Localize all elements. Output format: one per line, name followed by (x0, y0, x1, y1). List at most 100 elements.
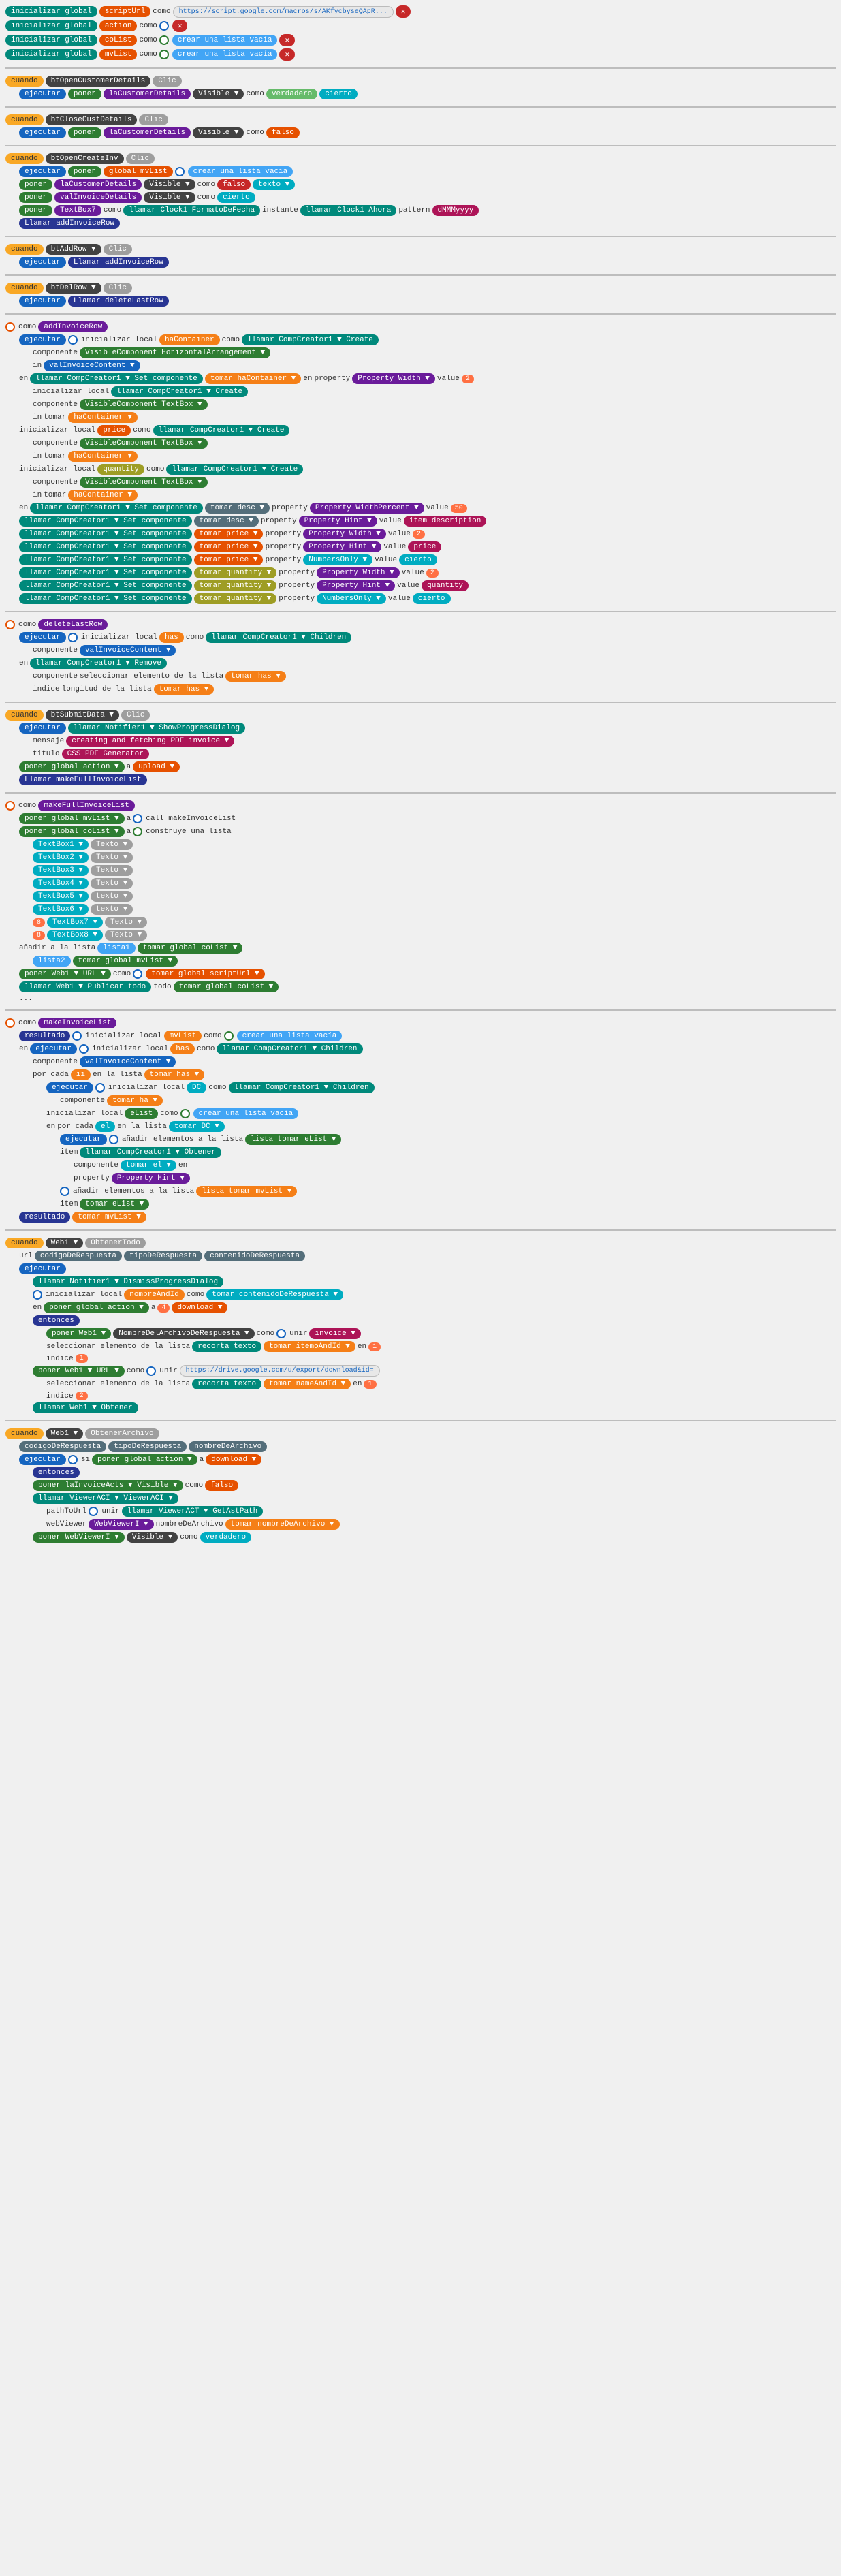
tomar-global-coList-1: tomar global coList ▼ (138, 943, 243, 954)
tomar-global-mvList-1: tomar global mvList ▼ (73, 956, 178, 967)
componente-label-1: componente (33, 349, 78, 357)
unir-label-1: unir (289, 1330, 307, 1338)
price-val: price (408, 541, 441, 552)
codigoDeRespuesta-2: codigoDeRespuesta (19, 1441, 106, 1452)
poner-laInvoiceActs: poner laInvoiceActs ▼ Visible ▼ (33, 1480, 183, 1491)
indice-label-1: indice (33, 685, 60, 693)
circle-empty-list-3 (180, 1109, 190, 1118)
en-label-fn-6: en (353, 1380, 362, 1388)
var-eList: eList (125, 1108, 158, 1119)
clic-event-2: Clic (139, 114, 168, 125)
add-elem-list-label-1: añadir elementos a la lista (122, 1135, 243, 1144)
poner-global-action-1: poner global action ▼ (19, 761, 125, 772)
item-label-1: item (60, 1148, 78, 1157)
var-DC: DC (187, 1082, 206, 1093)
close-icon-4: ✕ (279, 48, 295, 61)
add-to-list-label: añadir a la lista (19, 944, 95, 952)
como-v1: como (246, 90, 264, 98)
componente-label-4: componente (33, 478, 78, 486)
como-label-4: como (139, 50, 157, 59)
in-label-1: in (33, 362, 42, 370)
componente-label-8: componente (60, 1097, 105, 1105)
init-local-label-6: inicializar local (85, 1032, 161, 1040)
fn-label-3: como (18, 802, 36, 810)
value-label-2: value (426, 504, 449, 512)
poner-label-4: poner (19, 179, 52, 190)
llamar-Web1-Post: llamar Web1 ▼ Publicar todo (19, 981, 151, 992)
block-btCloseCustDetails: cuando btCloseCustDetails Clic ejecutar … (5, 114, 836, 138)
tomar-has-2: tomar has ▼ (154, 684, 215, 695)
select-elem-label-2: seleccionar elemento de la lista (46, 1342, 190, 1351)
componente-label-2: componente (33, 400, 78, 409)
falso-val-3: falso (205, 1480, 238, 1491)
separator-7 (5, 611, 836, 612)
property-label-1: property (314, 375, 350, 383)
llamar-clock1: llamar Clock1 FormatoDeFecha (123, 205, 260, 216)
VisibleComponent-TextBox-1: VisibleComponent TextBox ▼ (80, 399, 208, 410)
css-pdf-title: CSS PDF Generator (62, 749, 149, 759)
init-global-label-2: inicializar global (5, 20, 97, 31)
clic-event-6: Clic (121, 710, 150, 721)
tomar-global-coList-2: tomar global coList ▼ (174, 981, 279, 992)
texto-3: Texto ▼ (91, 865, 133, 876)
block-fn-makeFullInvoiceList: como makeFullInvoiceList poner global mv… (5, 800, 836, 1003)
cierto-val-1: cierto (319, 89, 358, 99)
exec-label-7: ejecutar (19, 1263, 66, 1274)
a-label-2: a (127, 815, 131, 823)
la-customer-details-2: laCustomerDetails (104, 127, 191, 138)
pattern-label: pattern (398, 206, 430, 215)
como-label-fn4: como (146, 465, 164, 473)
tomar-quantity-2: tomar quantity ▼ (194, 580, 277, 591)
create-list-empty-1: crear una lista vacía (172, 35, 278, 46)
falso-val-2: falso (217, 179, 251, 190)
create-list-empty-2: crear una lista vacía (172, 49, 278, 60)
creating-msg: creating and fetching PDF invoice ▼ (66, 736, 234, 747)
value-label-9: value (388, 595, 411, 603)
como-label-fn5: como (186, 633, 204, 642)
separator-10 (5, 1009, 836, 1011)
fn-name-deleteLastRow: deleteLastRow (38, 619, 108, 630)
fn-name-makeFullInvoiceList: makeFullInvoiceList (38, 800, 134, 811)
texto-4: Texto ▼ (91, 878, 133, 889)
select-elem-label-1: seleccionar elemento de la lista (80, 672, 223, 680)
prop-Hint-3: Property Hint ▼ (317, 580, 395, 591)
tomar-quantity-3: tomar quantity ▼ (194, 593, 277, 604)
block-btAddRow: cuando btAddRow ▼ Clic ejecutar Llamar a… (5, 244, 836, 268)
unir-label-2: unir (159, 1367, 177, 1375)
fn-name-makeInvoiceList: makeInvoiceList (38, 1018, 116, 1028)
llamar-CompCreator1-set-4: llamar CompCreator1 ▼ Set componente (19, 529, 192, 539)
obtener-todo-event: ObtenerTodo (85, 1238, 146, 1248)
separator-6 (5, 313, 836, 315)
VisibleComponent-HA: VisibleComponent HorizontalArrangement ▼ (80, 347, 270, 358)
poner-label-3: poner (68, 166, 101, 177)
poner-WebViewerI: poner WebViewerI ▼ (33, 1532, 125, 1543)
bt-add-row: btAddRow ▼ (46, 244, 101, 255)
llamar-CompCreator1-set-1: llamar CompCreator1 ▼ Set componente (30, 373, 203, 384)
poner-Web1-URL-2: poner Web1 ▼ (46, 1328, 111, 1339)
tomar-price-1: tomar price ▼ (194, 529, 264, 539)
en-label-2: en (303, 375, 312, 383)
textbox7: TextBox7 (54, 205, 101, 216)
poner-Web1-URL: poner Web1 ▼ URL ▼ (19, 969, 111, 979)
a-label-5: a (200, 1456, 204, 1464)
llamar-CompCreator1-create-4: llamar CompCreator1 ▼ Create (166, 464, 303, 475)
unir-label-3: unir (101, 1507, 119, 1515)
llamar-clock1-ahora: llamar Clock1 Ahora (300, 205, 396, 216)
num-8-1: 8 (33, 918, 45, 927)
como-label-fn8: como (208, 1084, 226, 1092)
tomar-label-2: tomar (44, 452, 66, 460)
web1-label-1: Web1 ▼ (46, 1238, 84, 1248)
tomar-label-1: tomar (44, 413, 66, 422)
exec-label-2: ejecutar (19, 127, 66, 138)
clic-event-4: Clic (104, 244, 132, 255)
var-has-1: has (159, 632, 184, 643)
fn-init-circle (68, 335, 78, 345)
componente-label-9: componente (74, 1161, 118, 1169)
init-local-label-1: inicializar local (81, 336, 157, 344)
in-label-3: in (33, 452, 42, 460)
como-web1-1: como (113, 970, 131, 978)
tipoDeRespuesta-1: tipoDeRespuesta (124, 1251, 202, 1261)
block-init-coList: inicializar global coList como crear una… (5, 34, 836, 46)
block-fn-deleteLastRow: como deleteLastRow ejecutar inicializar … (5, 619, 836, 695)
lista2-label: lista2 (33, 956, 71, 967)
